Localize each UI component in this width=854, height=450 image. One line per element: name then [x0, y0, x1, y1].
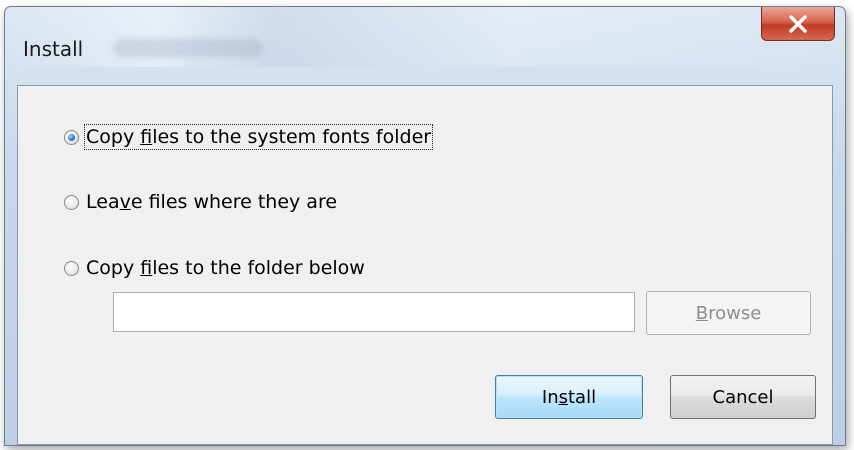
window-title: Install — [23, 37, 84, 61]
radio-unchecked-icon[interactable] — [64, 194, 79, 210]
folder-path-input[interactable] — [113, 292, 635, 332]
option-leave-files[interactable]: Leave files where they are — [64, 191, 337, 213]
radio-checked-icon[interactable] — [64, 129, 79, 145]
option-copy-to-folder-below[interactable]: Copy files to the folder below — [64, 257, 365, 279]
cancel-button[interactable]: Cancel — [670, 375, 816, 419]
option-copy-to-system-fonts[interactable]: Copy files to the system fonts folder — [64, 124, 434, 150]
radio-unchecked-icon[interactable] — [64, 260, 79, 276]
option-copy-to-system-fonts-label[interactable]: Copy files to the system fonts folder — [83, 124, 434, 150]
dialog-client-area: Copy files to the system fonts folder Le… — [17, 85, 833, 445]
blurred-title-background — [113, 39, 263, 57]
close-button[interactable] — [761, 7, 835, 41]
option-leave-files-label[interactable]: Leave files where they are — [86, 191, 337, 213]
title-bar[interactable]: Install — [5, 7, 845, 77]
browse-button[interactable]: Browse — [646, 291, 811, 335]
close-icon — [789, 14, 807, 33]
option-copy-to-folder-below-label[interactable]: Copy files to the folder below — [86, 257, 365, 279]
install-dialog-window: Install Copy files to the system fonts f… — [4, 6, 846, 446]
install-button[interactable]: In s tall — [495, 375, 643, 419]
